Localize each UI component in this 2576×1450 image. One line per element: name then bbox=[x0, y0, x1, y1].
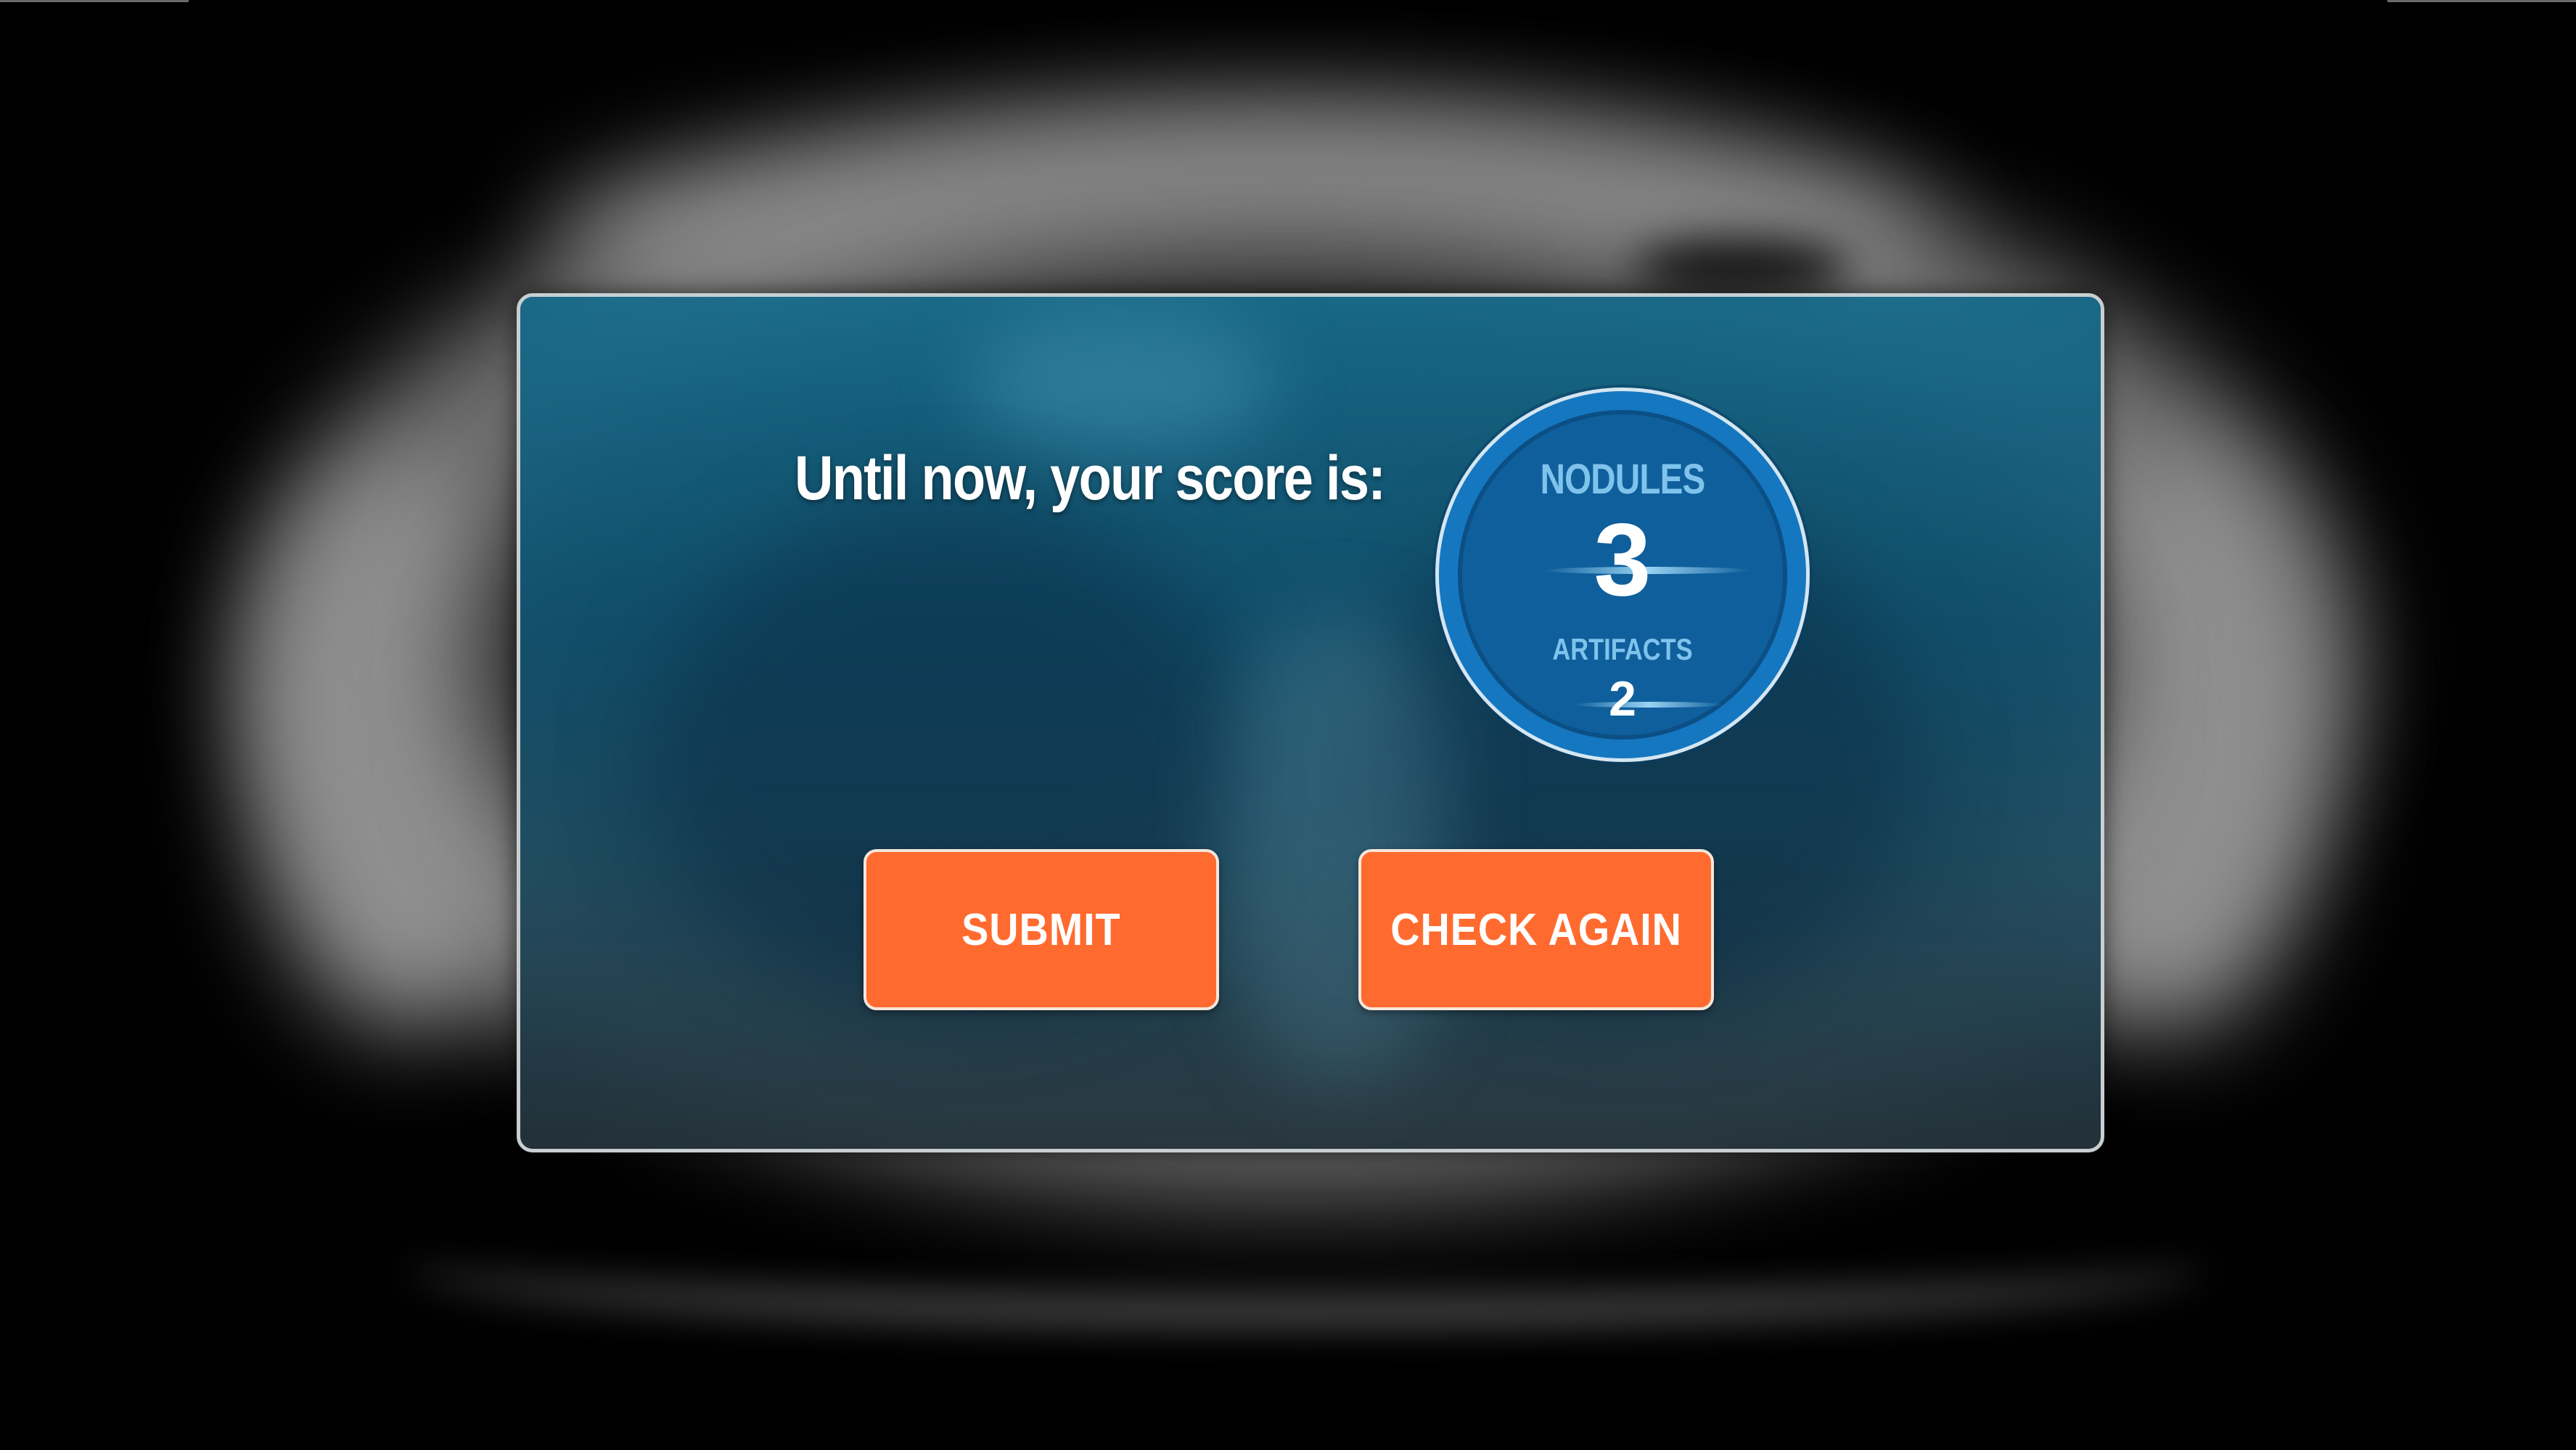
nodules-label: NODULES bbox=[1540, 456, 1706, 503]
artifacts-count: 2 bbox=[1609, 671, 1636, 726]
scan-table-arc bbox=[406, 1205, 2206, 1324]
top-left-edge-line bbox=[0, 0, 189, 2]
scan-dark-region bbox=[1633, 239, 1850, 298]
check-again-button-label: CHECK AGAIN bbox=[1390, 904, 1682, 955]
check-again-button[interactable]: CHECK AGAIN bbox=[1358, 849, 1714, 1010]
score-badge-inner: NODULES 3 ARTIFACTS 2 bbox=[1458, 410, 1787, 740]
score-dialog bbox=[517, 293, 2104, 1152]
nodules-count: 3 bbox=[1593, 502, 1652, 618]
score-badge: NODULES 3 ARTIFACTS 2 bbox=[1435, 388, 1810, 762]
dialog-shade-center bbox=[1231, 616, 1449, 1081]
top-right-edge-line bbox=[2387, 0, 2576, 2]
score-heading: Until now, your score is: bbox=[795, 443, 1386, 513]
submit-button[interactable]: SUBMIT bbox=[864, 849, 1219, 1010]
artifacts-label: ARTIFACTS bbox=[1552, 632, 1693, 666]
dialog-glow bbox=[970, 311, 1275, 456]
submit-button-label: SUBMIT bbox=[961, 904, 1121, 955]
